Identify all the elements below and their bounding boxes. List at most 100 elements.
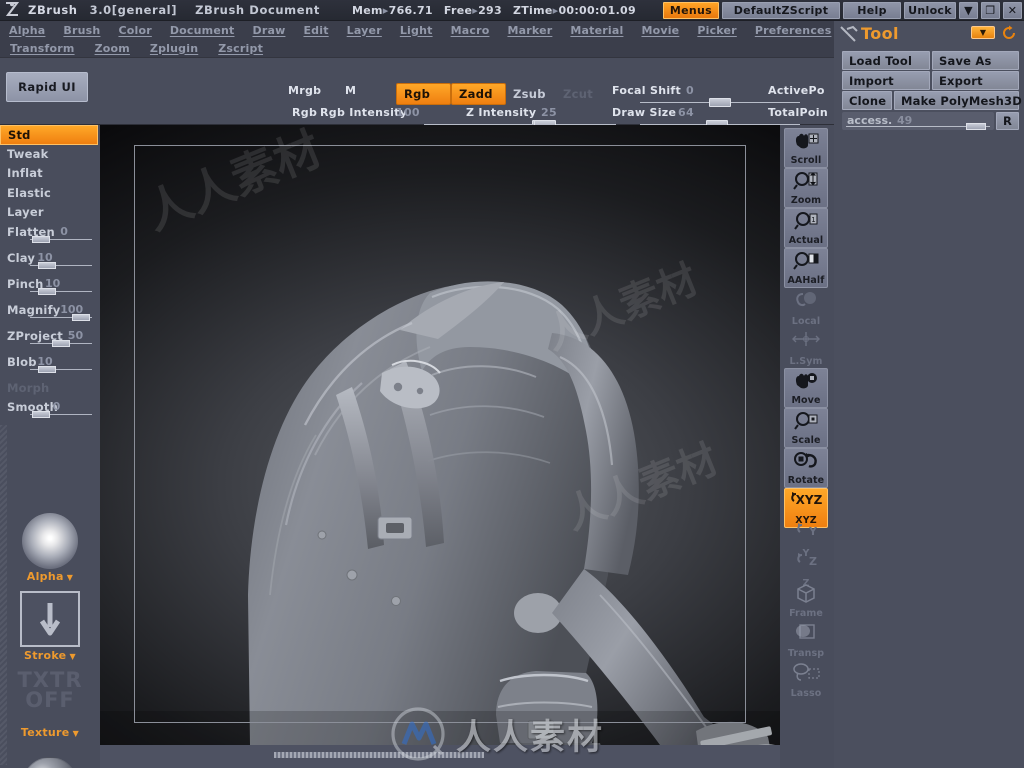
right-tool-aahalf[interactable]: AAHalf [784,248,828,288]
left-sidebar-scrollbar[interactable] [0,425,7,765]
mrgb-button[interactable]: Mrgb [288,84,321,97]
default-zscript-button[interactable]: DefaultZScript [722,1,840,19]
menu-zoom[interactable]: Zoom [95,42,130,55]
right-tool-move[interactable]: Move [784,368,828,408]
menu-picker[interactable]: Picker [697,24,736,37]
reset-circle-icon[interactable] [1001,25,1017,41]
menu-marker[interactable]: Marker [507,24,552,37]
zadd-chip[interactable]: Zadd [451,83,506,105]
export-button[interactable]: Export [932,71,1019,90]
total-points-label: TotalPoin [768,106,828,119]
right-tool-label: Transp [787,648,825,659]
alpha-palette-label[interactable]: Alpha ▼ [0,570,100,583]
brush-slider[interactable] [30,261,92,269]
right-tool-scroll[interactable]: Scroll [784,128,828,168]
brush-clay[interactable]: Clay 10 [0,249,98,275]
menu-movie[interactable]: Movie [641,24,679,37]
brush-inflat[interactable]: Inflat [0,164,98,184]
clone-button[interactable]: Clone [842,91,892,110]
brush-layer[interactable]: Layer [0,203,98,223]
zbrush-app-window: ZBrush 3.0[general] ZBrush Document Mem▸… [0,0,1024,768]
menu-preferences[interactable]: Preferences [755,24,832,37]
brush-zproject[interactable]: ZProject 50 [0,327,98,353]
brush-slider[interactable] [30,287,92,295]
right-tool-zoom[interactable]: Zoom [784,168,828,208]
import-button[interactable]: Import [842,71,930,90]
canvas-horizontal-scrollbar[interactable] [274,752,484,758]
right-tool-rotate[interactable]: Rotate [784,448,828,488]
menu-macro[interactable]: Macro [451,24,490,37]
canvas-viewport[interactable]: 人人素材 人人素材 人人素材 [100,125,780,745]
menu-draw[interactable]: Draw [253,24,286,37]
tool-reset-button[interactable]: R [996,112,1019,130]
stroke-label-text: Stroke [24,649,67,662]
right-tool-local[interactable]: Local [784,288,828,328]
brush-slider[interactable] [30,339,92,347]
alpha-swatch[interactable] [22,513,78,569]
material-swatch[interactable] [22,757,78,768]
menu-alpha[interactable]: Alpha [9,24,45,37]
left-sidebar: Std Tweak Inflat Elastic Layer Flatten 0 Clay 10… [0,125,100,768]
right-tool-label: Lasso [790,688,822,699]
brush-blob[interactable]: Blob 10 [0,353,98,379]
rgb-toggle-small[interactable]: Rgb [292,106,317,119]
brush-slider[interactable] [30,313,92,321]
m-button[interactable]: M [345,84,356,97]
current-tool-slider[interactable]: access. 49 [842,112,994,130]
texture-palette-label[interactable]: Texture ▼ [0,726,100,739]
restore-button[interactable]: ❐ [981,1,1000,19]
tool-flyout-toggle[interactable]: ▼ [971,26,995,39]
make-polymesh3d-button[interactable]: Make PolyMesh3D [894,91,1022,110]
unlock-button[interactable]: Unlock [904,1,956,19]
document-name: ZBrush Document [195,3,321,17]
right-tool-actual[interactable]: 1 Actual [784,208,828,248]
texture-state-line1: TXTR [17,668,83,692]
brush-magnify[interactable]: Magnify 100 [0,301,98,327]
menu-transform[interactable]: Transform [10,42,75,55]
brush-slider[interactable] [30,365,92,373]
brush-tweak[interactable]: Tweak [0,145,98,165]
actual-size-icon: 1 [785,211,827,235]
minimize-button[interactable]: ▼ [959,1,978,19]
right-icon-toolbar: Scroll Zoom 1 Actual AAHalf Local L.Sym Move Sca… [780,125,834,768]
right-tool-l-sym[interactable]: L.Sym [784,328,828,368]
rgb-intensity-value: 100 [396,106,420,119]
right-tool-frame[interactable]: Frame [784,580,828,620]
rgb-chip[interactable]: Rgb [396,83,451,105]
brush-slider[interactable] [30,235,92,243]
rotate-icon [785,451,827,475]
brush-flatten[interactable]: Flatten 0 [0,223,98,249]
menu-document[interactable]: Document [170,24,235,37]
brush-smooth[interactable]: Smooth 0 [0,398,98,424]
right-tool-transp[interactable]: Transp [784,620,828,660]
menu-edit[interactable]: Edit [303,24,328,37]
menus-button[interactable]: Menus [662,1,719,19]
zsub-chip[interactable]: Zsub [506,83,556,105]
save-as-button[interactable]: Save As [932,51,1019,70]
menu-light[interactable]: Light [400,24,433,37]
help-button[interactable]: Help [843,1,901,19]
menu-brush[interactable]: Brush [63,24,100,37]
tool-palette-header: Tool ▼ [835,21,1024,46]
right-tool-lasso[interactable]: Lasso [784,660,828,700]
menu-zplugin[interactable]: Zplugin [150,42,198,55]
brush-morph[interactable]: Morph [0,379,98,399]
brush-slider[interactable] [30,411,92,418]
menu-layer[interactable]: Layer [347,24,382,37]
right-tool-scale[interactable]: Scale [784,408,828,448]
menu-zscript[interactable]: Zscript [218,42,263,55]
load-tool-button[interactable]: Load Tool [842,51,930,70]
brush-pinch[interactable]: Pinch 10 [0,275,98,301]
right-tool-label: Frame [789,608,823,619]
stroke-palette-label[interactable]: Stroke ▼ [0,649,100,662]
lasso-icon [784,662,828,686]
free-stat: Free▸293 [443,3,502,17]
zcut-chip[interactable]: Zcut [556,83,606,105]
brush-std[interactable]: Std [0,125,98,145]
close-button[interactable]: ✕ [1003,1,1022,19]
brush-elastic[interactable]: Elastic [0,184,98,204]
menu-material[interactable]: Material [570,24,623,37]
stroke-swatch[interactable] [20,591,80,647]
rapid-ui-button[interactable]: Rapid UI [6,72,88,102]
menu-color[interactable]: Color [118,24,151,37]
